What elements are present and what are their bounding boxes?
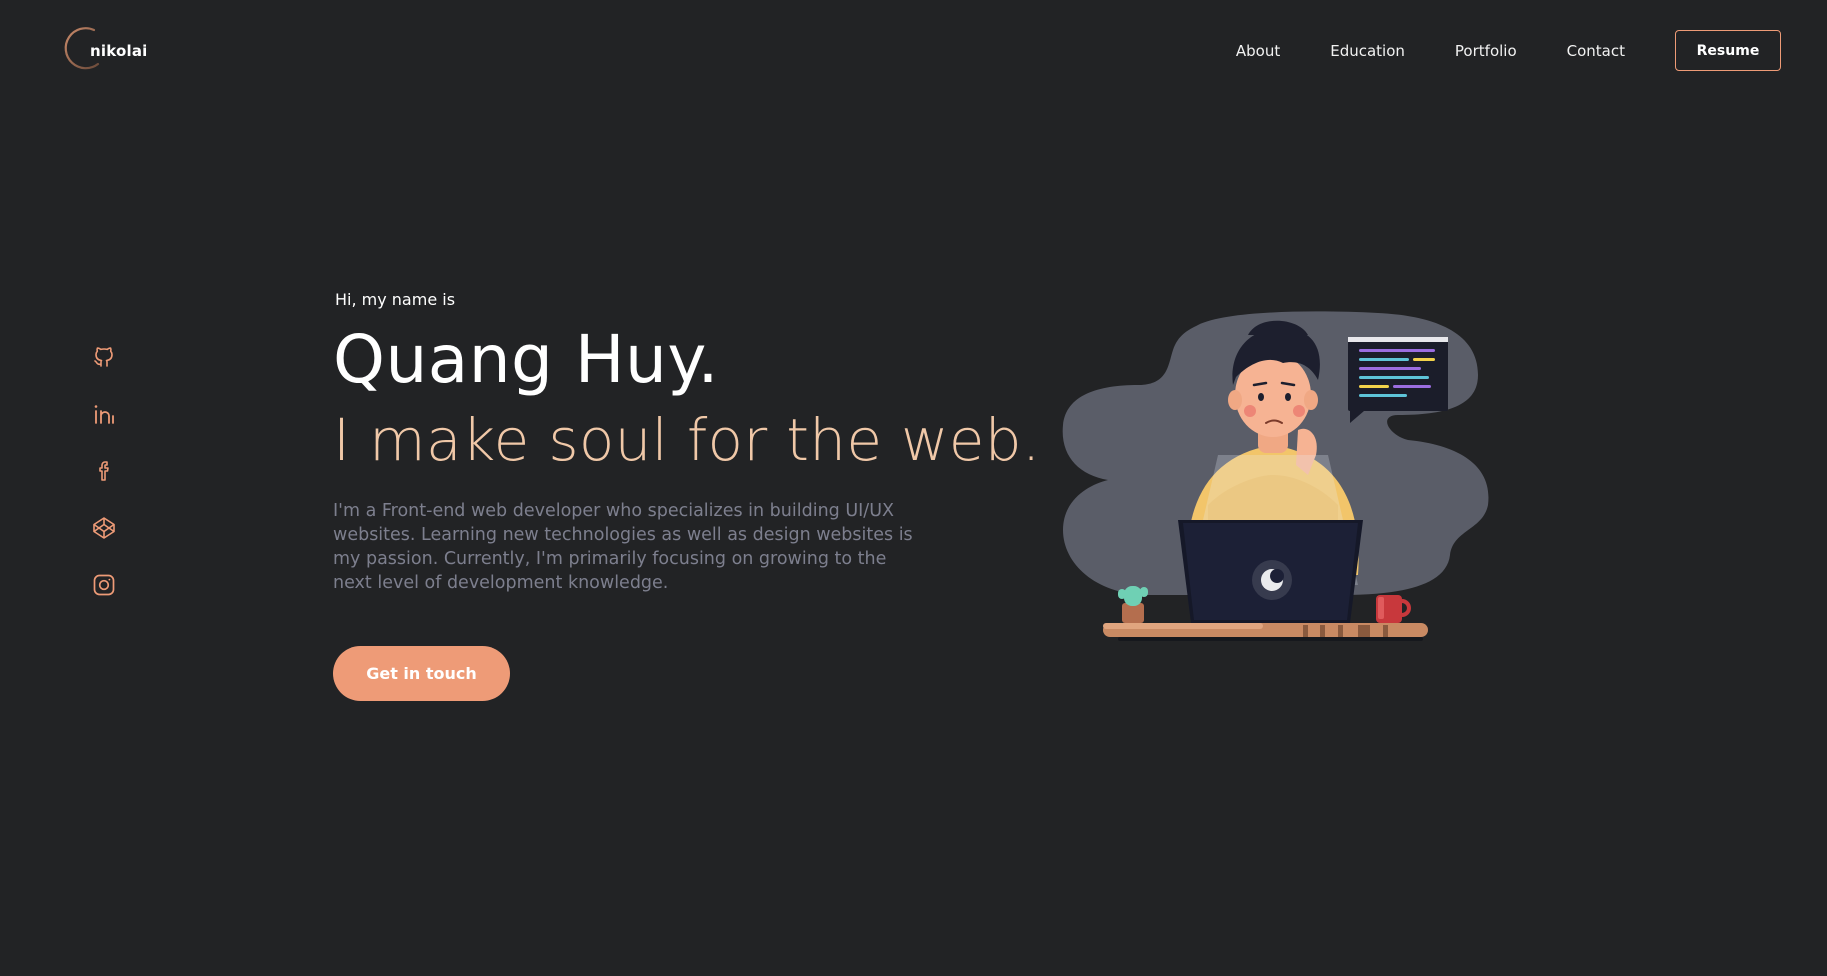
hero-greeting: Hi, my name is (335, 290, 456, 309)
logo[interactable]: nikolai (60, 24, 150, 72)
facebook-icon (99, 461, 109, 481)
nav-education[interactable]: Education (1330, 31, 1405, 71)
hero-description: I'm a Front-end web developer who specia… (333, 501, 913, 593)
page: nikolai About Education Portfolio Contac… (0, 0, 1827, 976)
get-in-touch-button[interactable]: Get in touch (333, 646, 510, 701)
resume-button[interactable]: Resume (1675, 30, 1781, 71)
linkedin-link[interactable] (92, 402, 116, 426)
instagram-link[interactable] (92, 573, 116, 597)
hero-tagline: I make soul for the web. (333, 406, 1041, 474)
instagram-icon (93, 574, 115, 596)
linkedin-icon (94, 405, 114, 424)
logo-text: nikolai (90, 42, 148, 60)
developer-at-laptop-illustration (1062, 311, 1489, 641)
github-link[interactable] (92, 345, 116, 369)
hero-name: Quang Huy. (333, 321, 720, 398)
hero: Hi, my name is Quang Huy. I make soul fo… (333, 290, 1053, 701)
coffee-cup (1376, 595, 1411, 623)
facebook-link[interactable] (92, 459, 116, 483)
cactus (1118, 586, 1148, 623)
main-nav: About Education Portfolio Contact Resume (1236, 30, 1781, 71)
nav-contact[interactable]: Contact (1567, 31, 1625, 71)
nav-portfolio[interactable]: Portfolio (1455, 31, 1517, 71)
social-links (92, 345, 116, 630)
github-icon (94, 347, 113, 367)
codepen-icon (93, 517, 115, 539)
developer-illustration (1058, 305, 1498, 650)
codepen-link[interactable] (92, 516, 116, 540)
code-bubble (1348, 337, 1448, 423)
laptop (1178, 520, 1363, 623)
nav-about[interactable]: About (1236, 31, 1280, 71)
